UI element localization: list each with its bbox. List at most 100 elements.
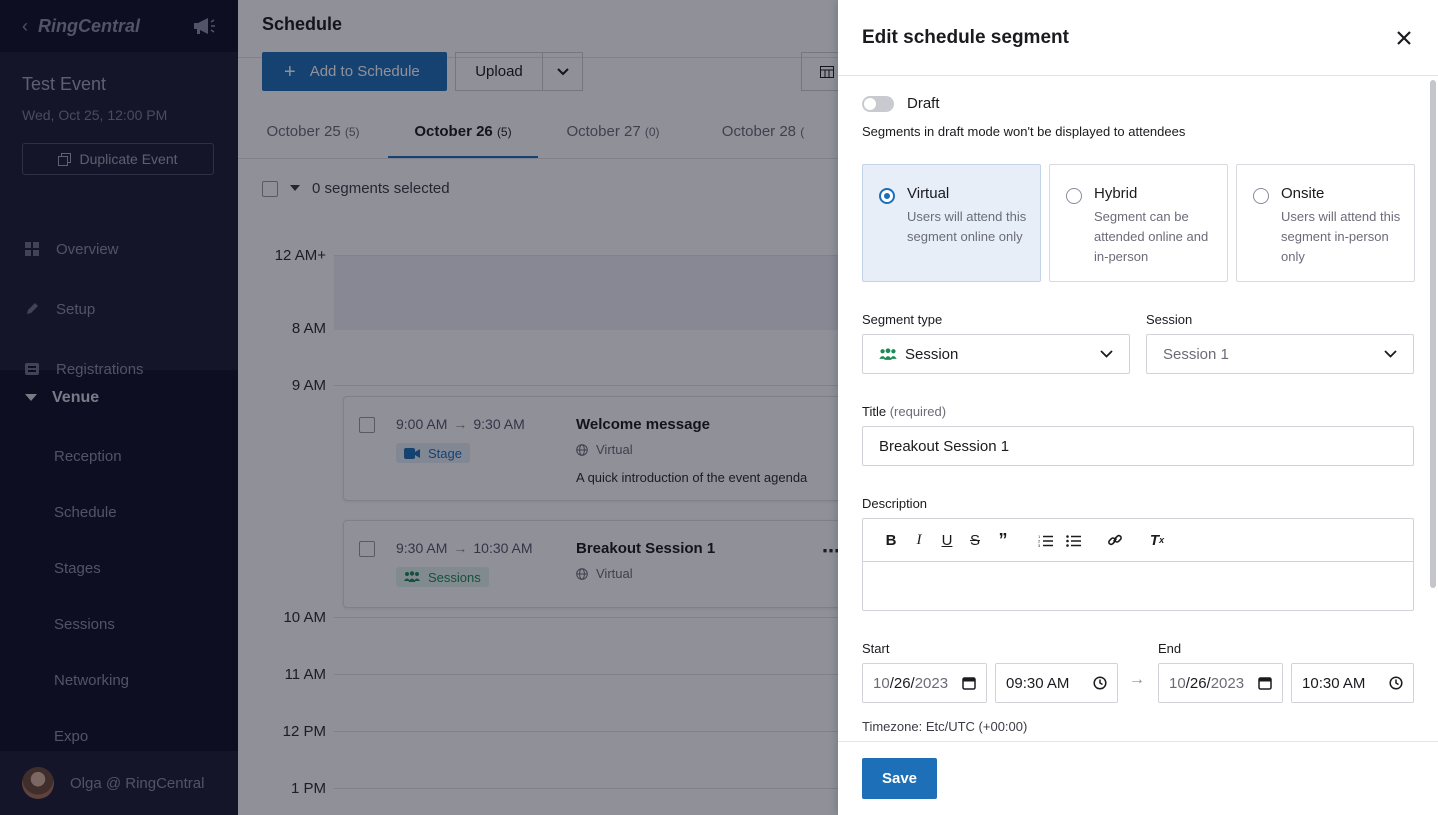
mode-radio[interactable] bbox=[1253, 188, 1269, 204]
tab-label: October 28 bbox=[721, 123, 797, 140]
card-checkbox[interactable] bbox=[359, 541, 375, 557]
sidebar-item-label: Overview bbox=[56, 240, 119, 258]
mode-radio[interactable] bbox=[1066, 188, 1082, 204]
sidebar-item-venue[interactable]: Venue bbox=[0, 370, 238, 426]
upload-dropdown-button[interactable] bbox=[542, 53, 582, 90]
card-checkbox[interactable] bbox=[359, 417, 375, 433]
main-content: Schedule + Add to Schedule Upload Octobe… bbox=[238, 0, 838, 815]
title-input[interactable] bbox=[862, 426, 1414, 466]
start-date-input[interactable]: 10/26/2023 bbox=[862, 663, 987, 703]
end-time-input[interactable]: 10:30 AM bbox=[1291, 663, 1414, 703]
grid-line bbox=[334, 731, 838, 732]
link-icon[interactable] bbox=[1101, 528, 1129, 552]
card-title: Welcome message bbox=[576, 416, 710, 433]
session-select[interactable]: Session 1 bbox=[1146, 334, 1414, 374]
add-to-schedule-label: Add to Schedule bbox=[309, 63, 420, 80]
tab-october-27[interactable]: October 27 (0) bbox=[538, 105, 688, 158]
end-minute: 30 bbox=[1322, 674, 1340, 692]
sidebar-item-sessions[interactable]: Sessions bbox=[54, 616, 115, 633]
clock-icon[interactable] bbox=[1093, 676, 1107, 690]
sidebar-item-networking[interactable]: Networking bbox=[54, 672, 129, 689]
tab-label: October 27 bbox=[566, 123, 641, 140]
schedule-card-breakout[interactable]: 9:30 AM → 10:30 AM Sessions Breakout Sessi… bbox=[343, 520, 838, 608]
tab-count: (5) bbox=[496, 125, 512, 139]
drawer-scrollbar[interactable] bbox=[1430, 80, 1436, 588]
sidebar-item-schedule[interactable]: Schedule bbox=[54, 504, 117, 521]
strikethrough-icon[interactable]: S bbox=[961, 528, 989, 552]
event-title: Test Event bbox=[22, 74, 107, 94]
upload-button[interactable]: Upload bbox=[456, 63, 542, 80]
draft-toggle-row: Draft bbox=[862, 95, 940, 112]
bullet-list-icon[interactable] bbox=[1059, 528, 1087, 552]
grid-icon bbox=[24, 241, 40, 257]
card-start: 9:30 AM bbox=[396, 540, 448, 556]
mode-virtual[interactable]: Virtual Users will attend this segment o… bbox=[862, 164, 1041, 282]
arrow-right-icon: → bbox=[453, 416, 468, 432]
event-date: Wed, Oct 25, 12:00 PM bbox=[22, 107, 168, 123]
mode-title: Onsite bbox=[1281, 185, 1325, 202]
draft-toggle[interactable] bbox=[862, 95, 894, 112]
tab-label: October 26 bbox=[414, 123, 493, 140]
arrow-right-icon: → bbox=[1129, 671, 1145, 688]
session-label: Session bbox=[1146, 312, 1193, 327]
arrow-right-icon: → bbox=[453, 540, 468, 556]
segment-type-select[interactable]: Session bbox=[862, 334, 1130, 374]
mode-radio[interactable] bbox=[879, 188, 895, 204]
user-menu[interactable]: Olga @ RingCentral bbox=[0, 751, 238, 815]
draft-note: Segments in draft mode won't be displaye… bbox=[862, 124, 1186, 139]
chevron-down-icon bbox=[556, 67, 569, 75]
more-options-icon[interactable]: ⋯ bbox=[822, 541, 838, 562]
quote-icon[interactable]: ” bbox=[989, 528, 1017, 552]
plus-icon: + bbox=[284, 60, 296, 83]
card-time: 9:30 AM → 10:30 AM bbox=[396, 540, 533, 556]
chevron-down-icon bbox=[1384, 350, 1397, 358]
sidebar-item-overview[interactable]: Overview bbox=[0, 219, 238, 279]
time-label: 1 PM bbox=[290, 780, 326, 797]
calendar-icon[interactable] bbox=[962, 676, 976, 690]
globe-icon bbox=[576, 443, 588, 456]
select-all-checkbox[interactable] bbox=[262, 180, 278, 197]
duplicate-event-button[interactable]: Duplicate Event bbox=[22, 143, 214, 175]
add-to-schedule-button[interactable]: + Add to Schedule bbox=[262, 52, 447, 91]
start-label: Start bbox=[862, 641, 890, 656]
people-icon bbox=[404, 571, 420, 582]
sidebar-item-label: Setup bbox=[56, 300, 96, 318]
grid-line bbox=[334, 255, 838, 256]
sidebar-top: ‹ RingCentral bbox=[0, 0, 238, 52]
sidebar-item-reception[interactable]: Reception bbox=[54, 448, 122, 465]
schedule-card-welcome[interactable]: 9:00 AM → 9:30 AM Stage Welcome message Vi… bbox=[343, 396, 838, 501]
mode-hybrid[interactable]: Hybrid Segment can be attended online an… bbox=[1049, 164, 1228, 282]
sidebar-item-setup[interactable]: Setup bbox=[0, 279, 238, 339]
megaphone-icon[interactable] bbox=[192, 16, 216, 36]
mode-description: Segment can be attended online and in-pe… bbox=[1094, 209, 1209, 264]
end-date-input[interactable]: 10/26/2023 bbox=[1158, 663, 1283, 703]
clear-format-icon[interactable]: Tx bbox=[1143, 528, 1171, 552]
sidebar-item-expo[interactable]: Expo bbox=[54, 728, 88, 745]
clock-icon[interactable] bbox=[1389, 676, 1403, 690]
calendar-icon[interactable] bbox=[1258, 676, 1272, 690]
tab-october-26[interactable]: October 26 (5) bbox=[388, 105, 538, 158]
underline-icon[interactable]: U bbox=[933, 528, 961, 552]
ordered-list-icon[interactable]: 123 bbox=[1031, 528, 1059, 552]
chevron-left-icon: ‹ bbox=[22, 15, 28, 36]
mode-description: Users will attend this segment online on… bbox=[907, 209, 1027, 244]
caret-down-icon[interactable] bbox=[290, 185, 300, 192]
tab-label: October 25 bbox=[266, 123, 341, 140]
mode-onsite[interactable]: Onsite Users will attend this segment in… bbox=[1236, 164, 1415, 282]
card-time: 9:00 AM → 9:30 AM bbox=[396, 416, 525, 432]
bold-icon[interactable]: B bbox=[877, 528, 905, 552]
tab-october-28[interactable]: October 28 ( bbox=[688, 105, 838, 158]
chevron-down-icon bbox=[1100, 350, 1113, 358]
save-button[interactable]: Save bbox=[862, 758, 937, 799]
tab-october-25[interactable]: October 25 (5) bbox=[238, 105, 388, 158]
card-description: A quick introduction of the event agenda bbox=[576, 470, 808, 485]
brand-link[interactable]: ‹ RingCentral bbox=[22, 16, 140, 37]
close-icon[interactable] bbox=[1394, 28, 1414, 48]
title-label: Title (required) bbox=[862, 404, 946, 419]
sidebar-item-stages[interactable]: Stages bbox=[54, 560, 101, 577]
card-location: Virtual bbox=[576, 442, 633, 457]
italic-icon[interactable]: I bbox=[905, 528, 933, 552]
calendar-view-button[interactable] bbox=[801, 52, 838, 91]
start-time-input[interactable]: 09:30 AM bbox=[995, 663, 1118, 703]
pencil-icon bbox=[24, 301, 40, 317]
